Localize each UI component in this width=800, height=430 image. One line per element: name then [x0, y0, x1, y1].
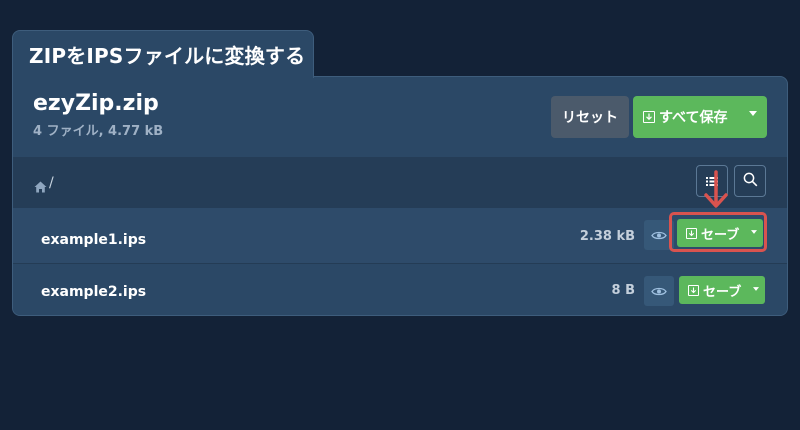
file-size: 2.38 kB [579, 229, 635, 244]
archive-header: ezyZip.zip 4 ファイル, 4.77 kB リセット すべて保存 [13, 77, 787, 157]
caret-down-icon[interactable] [751, 230, 757, 234]
archive-name: ezyZip.zip [33, 91, 159, 116]
reset-button-label: リセット [562, 110, 618, 126]
search-button[interactable] [734, 165, 766, 197]
download-icon [686, 227, 697, 239]
breadcrumb: / [13, 157, 787, 208]
save-file-label: セーブ [703, 284, 742, 300]
save-file-button[interactable]: セーブ [677, 219, 763, 247]
download-icon [643, 111, 655, 123]
eye-icon [651, 282, 667, 301]
file-panel: ezyZip.zip 4 ファイル, 4.77 kB リセット すべて保存 / [12, 76, 788, 316]
preview-button[interactable] [644, 220, 674, 250]
caret-down-icon[interactable] [749, 111, 757, 116]
save-file-label: セーブ [701, 227, 740, 243]
save-all-button[interactable]: すべて保存 [633, 96, 767, 138]
converter-tab: ZIPをIPSファイルに変換する [12, 30, 314, 78]
arrow-down-icon [703, 170, 729, 216]
file-name: example1.ips [41, 232, 147, 248]
home-icon[interactable] [34, 178, 47, 197]
download-icon [688, 284, 699, 296]
preview-button[interactable] [644, 276, 674, 306]
breadcrumb-separator: / [49, 175, 54, 191]
file-row: example2.ips 8 B セーブ [13, 263, 787, 315]
caret-down-icon[interactable] [753, 287, 759, 291]
archive-summary: 4 ファイル, 4.77 kB [33, 124, 164, 139]
save-file-button[interactable]: セーブ [679, 276, 765, 304]
search-icon [743, 172, 758, 191]
save-all-label: すべて保存 [659, 110, 728, 126]
converter-tab-title: ZIPをIPSファイルに変換する [29, 44, 306, 68]
file-size: 8 B [611, 283, 635, 298]
file-name: example2.ips [41, 284, 147, 300]
file-row: example1.ips 2.38 kB セーブ [13, 208, 787, 263]
eye-icon [651, 226, 667, 245]
reset-button[interactable]: リセット [551, 96, 629, 138]
